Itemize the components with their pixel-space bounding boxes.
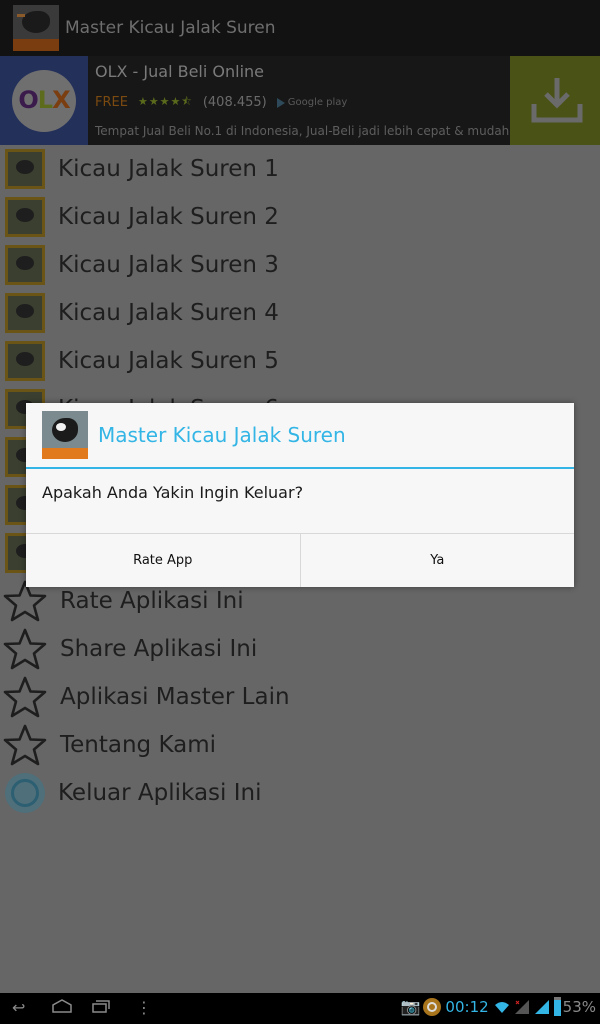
exit-dialog: Master Kicau Jalak Suren Apakah Anda Yak…: [26, 403, 574, 587]
list-item-song-2[interactable]: Kicau Jalak Suren 2: [0, 193, 600, 241]
list-item-song-1[interactable]: Kicau Jalak Suren 1: [0, 145, 600, 193]
ad-banner[interactable]: OLX OLX - Jual Beli Online FREE ★★★★⯪ (4…: [0, 56, 600, 145]
star-outline-icon: [3, 628, 47, 670]
battery-percent: 53%: [562, 997, 596, 1016]
list-item-share-app[interactable]: Share Aplikasi Ini: [0, 625, 600, 673]
bird-thumbnail-icon: [5, 149, 45, 189]
camera-icon: 📷: [400, 997, 421, 1016]
ad-review-count: (408.455): [202, 95, 267, 110]
list-item-other-apps[interactable]: Aplikasi Master Lain: [0, 673, 600, 721]
wifi-icon: [494, 1001, 509, 1013]
rating-stars-icon: ★★★★⯪: [137, 95, 193, 108]
ad-app-name: OLX - Jual Beli Online: [95, 62, 265, 81]
clock: 00:12: [445, 997, 489, 1016]
signal-icon: [534, 999, 549, 1014]
download-icon: [531, 78, 583, 123]
rate-app-button[interactable]: Rate App: [26, 534, 300, 587]
dialog-header: Master Kicau Jalak Suren: [26, 403, 574, 469]
notification-app-icon: [423, 997, 442, 1016]
bird-thumbnail-icon: [5, 197, 45, 237]
status-area: 📷 00:12 53%: [400, 997, 596, 1016]
star-outline-icon: [3, 676, 47, 718]
back-icon[interactable]: ↩: [12, 998, 25, 1017]
olx-logo-icon: OLX: [0, 56, 88, 145]
menu-icon[interactable]: ⋮: [136, 998, 152, 1017]
list-item-about[interactable]: Tentang Kami: [0, 721, 600, 769]
bird-thumbnail-icon: [5, 245, 45, 285]
ya-button[interactable]: Ya: [299, 534, 575, 587]
signal-no-sim-icon: [514, 999, 529, 1014]
google-play-badge: Google play: [276, 97, 347, 108]
dialog-message: Apakah Anda Yakin Ingin Keluar?: [42, 483, 304, 502]
system-bar: ↩ ⋮ 📷 00:12 53%: [0, 993, 600, 1024]
ad-price: FREE: [95, 95, 128, 110]
action-bar: Master Kicau Jalak Suren: [0, 0, 600, 56]
list-item-song-4[interactable]: Kicau Jalak Suren 4: [0, 289, 600, 337]
ad-meta: FREE ★★★★⯪ (408.455) Google play: [95, 93, 347, 112]
home-icon[interactable]: [52, 998, 72, 1017]
app-bird-icon: [42, 411, 88, 459]
app-title: Master Kicau Jalak Suren: [65, 18, 276, 38]
google-play-icon: [276, 97, 285, 108]
ad-description: Tempat Jual Beli No.1 di Indonesia, Jual…: [95, 124, 510, 138]
recents-icon[interactable]: [92, 998, 110, 1017]
dialog-title: Master Kicau Jalak Suren: [98, 423, 346, 447]
bird-thumbnail-icon: [5, 341, 45, 381]
ad-download-button[interactable]: [510, 56, 600, 145]
star-outline-icon: [3, 724, 47, 766]
list-item-song-5[interactable]: Kicau Jalak Suren 5: [0, 337, 600, 385]
app-bird-icon[interactable]: [13, 5, 59, 51]
battery-icon: [553, 997, 561, 1016]
power-icon: [5, 773, 45, 813]
dialog-buttons: Rate App Ya: [26, 533, 574, 587]
list-item-song-3[interactable]: Kicau Jalak Suren 3: [0, 241, 600, 289]
bird-thumbnail-icon: [5, 293, 45, 333]
list-item-exit[interactable]: Keluar Aplikasi Ini: [0, 769, 600, 817]
